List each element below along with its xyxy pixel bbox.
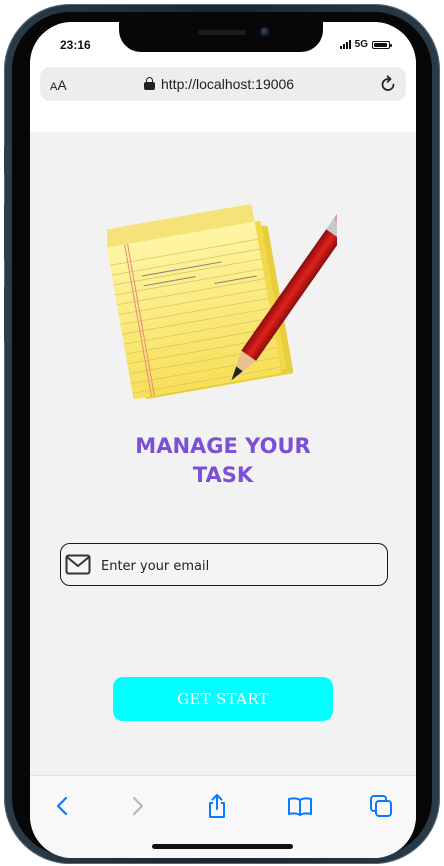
share-icon[interactable] <box>203 792 231 820</box>
speaker-grille <box>198 30 246 35</box>
tabs-icon[interactable] <box>367 792 395 820</box>
url-text: http://localhost:19006 <box>161 76 295 92</box>
get-start-button[interactable]: GET START <box>113 677 333 721</box>
title-line-1: MANAGE YOUR <box>135 434 311 458</box>
book-icon[interactable] <box>286 792 314 820</box>
notepad-pencil-logo <box>104 187 354 432</box>
signal-icon <box>339 40 351 49</box>
email-input[interactable] <box>99 552 383 580</box>
mail-icon <box>65 553 91 582</box>
silent-switch <box>4 146 9 174</box>
app-content: MANAGE YOUR TASK GET START <box>30 132 416 797</box>
home-indicator <box>152 844 293 849</box>
phone-screen: 23:16 5G AA http://localhost:19006 MANAG… <box>30 22 416 858</box>
network-label: 5G <box>354 39 368 50</box>
address-bar[interactable]: AA http://localhost:19006 <box>40 67 406 101</box>
email-field[interactable] <box>60 543 388 586</box>
front-camera <box>260 27 270 37</box>
lock-icon <box>144 77 155 91</box>
chevron-right-icon[interactable] <box>124 792 152 820</box>
status-time: 23:16 <box>60 38 91 52</box>
title-line-2: TASK <box>192 463 254 487</box>
url-display[interactable]: http://localhost:19006 <box>144 76 294 92</box>
battery-icon <box>372 40 392 49</box>
chevron-left-icon[interactable] <box>48 792 76 820</box>
text-size-button[interactable]: AA <box>50 77 67 93</box>
page-title: MANAGE YOUR TASK <box>30 432 416 490</box>
volume-up-button <box>4 204 9 260</box>
reload-icon[interactable] <box>378 74 398 99</box>
volume-down-button <box>4 286 9 342</box>
browser-address-area: AA http://localhost:19006 <box>30 66 416 133</box>
notch <box>119 22 323 52</box>
status-indicators: 5G <box>339 39 392 50</box>
